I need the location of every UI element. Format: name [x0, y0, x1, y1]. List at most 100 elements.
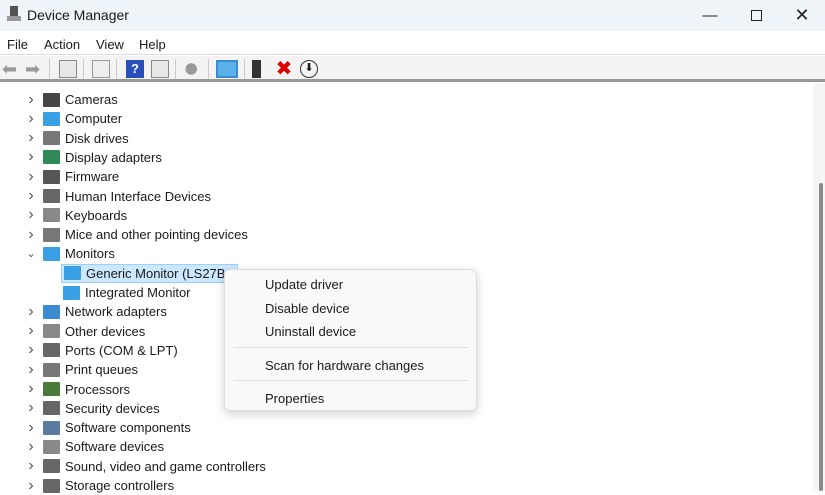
menu-view[interactable]: View [96, 37, 124, 52]
chevron-right-icon[interactable]: › [26, 477, 36, 495]
update-driver-icon[interactable] [184, 60, 202, 78]
tree-item-label: Generic Monitor (LS27B6 [86, 265, 233, 281]
tree-item[interactable]: › Print queues [28, 360, 138, 379]
minimize-icon: — [702, 7, 718, 24]
enable-device-icon[interactable] [252, 60, 270, 78]
tree-item-label: Ports (COM & LPT) [65, 342, 178, 358]
vertical-scrollbar[interactable] [813, 84, 825, 491]
camera-icon [43, 92, 60, 107]
minimize-button[interactable]: — [687, 0, 733, 31]
tree-item[interactable]: › Software devices [28, 437, 164, 456]
tree-item-child[interactable]: Generic Monitor (LS27B6 [61, 263, 238, 283]
storage-icon [43, 478, 60, 493]
tree-item[interactable]: › Ports (COM & LPT) [28, 341, 178, 360]
tree-item-label: Monitors [65, 246, 115, 262]
tree-item[interactable]: › Security devices [28, 399, 160, 418]
computer-icon [43, 111, 60, 126]
menu-bar: File Action View Help [0, 31, 825, 55]
chevron-right-icon[interactable]: › [26, 322, 36, 340]
action-pane-icon[interactable] [151, 60, 169, 78]
chevron-right-icon[interactable]: › [26, 341, 36, 359]
chevron-right-icon[interactable]: › [26, 438, 36, 456]
chevron-right-icon[interactable]: › [26, 206, 36, 224]
chevron-right-icon[interactable]: › [26, 399, 36, 417]
forward-icon[interactable]: ➡ [25, 60, 43, 78]
tree-item-label: Disk drives [65, 130, 129, 146]
chevron-right-icon[interactable]: › [26, 380, 36, 398]
chevron-right-icon[interactable]: › [26, 91, 36, 109]
tree-item-label: Security devices [65, 400, 160, 416]
title-bar: Device Manager — ✕ [0, 0, 825, 31]
keyboard-icon [43, 208, 60, 223]
tree-item-label: Display adapters [65, 149, 162, 165]
device-manager-icon [7, 6, 21, 22]
disk-icon [43, 131, 60, 146]
menu-separator [233, 380, 468, 381]
tree-item-label: Network adapters [65, 304, 167, 320]
tree-item[interactable]: › Mice and other pointing devices [28, 225, 248, 244]
tree-item[interactable]: › Computer [28, 109, 122, 128]
menu-file[interactable]: File [7, 37, 28, 52]
tree-item-label: Print queues [65, 362, 138, 378]
chevron-right-icon[interactable]: › [26, 419, 36, 437]
menu-item-scan-hardware[interactable]: Scan for hardware changes [225, 355, 476, 377]
network-icon [43, 304, 60, 319]
menu-help[interactable]: Help [139, 37, 166, 52]
menu-item-properties[interactable]: Properties [225, 388, 476, 410]
tree-item[interactable]: › Other devices [28, 322, 146, 341]
tree-item[interactable]: › Keyboards [28, 206, 127, 225]
tree-item[interactable]: › Display adapters [28, 148, 162, 167]
chevron-right-icon[interactable]: › [26, 168, 36, 186]
chevron-right-icon[interactable]: › [26, 226, 36, 244]
disable-icon[interactable]: ⬇ [300, 60, 318, 78]
mouse-icon [43, 227, 60, 242]
window-title: Device Manager [27, 7, 129, 23]
chevron-right-icon[interactable]: › [26, 187, 36, 205]
software-device-icon [43, 439, 60, 454]
tree-item[interactable]: › Sound, video and game controllers [28, 457, 266, 476]
menu-action[interactable]: Action [44, 37, 80, 52]
tree-item-child[interactable]: Integrated Monitor [61, 283, 191, 302]
tree-item-label: Cameras [65, 92, 118, 107]
tree-item[interactable]: › Storage controllers [28, 476, 174, 495]
properties-icon[interactable] [92, 60, 110, 78]
monitor-icon [43, 246, 60, 261]
hid-icon [43, 189, 60, 203]
menu-item-update-driver[interactable]: Update driver [225, 274, 476, 296]
close-icon: ✕ [794, 5, 810, 25]
tree-item[interactable]: › Network adapters [28, 302, 167, 321]
chevron-right-icon[interactable]: › [26, 148, 36, 166]
context-menu: Update driver Disable device Uninstall d… [224, 269, 477, 411]
chevron-right-icon[interactable]: › [26, 361, 36, 379]
tree-item[interactable]: › Cameras [28, 90, 118, 109]
monitor-icon [63, 285, 80, 300]
back-icon[interactable]: ⬅ [2, 60, 20, 78]
scan-hardware-icon[interactable] [216, 60, 238, 78]
menu-item-disable-device[interactable]: Disable device [225, 298, 476, 320]
chevron-right-icon[interactable]: › [26, 110, 36, 128]
tree-item[interactable]: › Human Interface Devices [28, 187, 211, 206]
tree-item-label: Other devices [65, 323, 146, 339]
chevron-right-icon[interactable]: › [26, 457, 36, 475]
scrollbar-thumb[interactable] [819, 183, 823, 491]
close-button[interactable]: ✕ [779, 0, 825, 31]
sound-icon [43, 459, 60, 474]
uninstall-icon[interactable]: ✖ [275, 59, 293, 79]
chevron-down-icon[interactable]: ⌄ [26, 247, 36, 260]
maximize-button[interactable] [733, 0, 779, 31]
menu-item-uninstall-device[interactable]: Uninstall device [225, 321, 476, 343]
menu-separator [233, 347, 468, 348]
tree-item[interactable]: ⌄ Monitors [26, 244, 115, 263]
display-adapter-icon [43, 150, 60, 165]
software-component-icon [43, 420, 60, 435]
tree-item[interactable]: › Processors [28, 380, 130, 399]
show-hide-console-tree-icon[interactable] [59, 60, 77, 78]
chevron-right-icon[interactable]: › [26, 303, 36, 321]
chevron-right-icon[interactable]: › [26, 129, 36, 147]
tree-item-label: Firmware [65, 169, 120, 185]
tree-item-label: Integrated Monitor [85, 285, 191, 300]
tree-item[interactable]: › Software components [28, 418, 190, 437]
tree-item[interactable]: › Firmware [28, 167, 120, 186]
help-icon[interactable]: ? [126, 60, 144, 78]
tree-item[interactable]: › Disk drives [28, 129, 129, 148]
